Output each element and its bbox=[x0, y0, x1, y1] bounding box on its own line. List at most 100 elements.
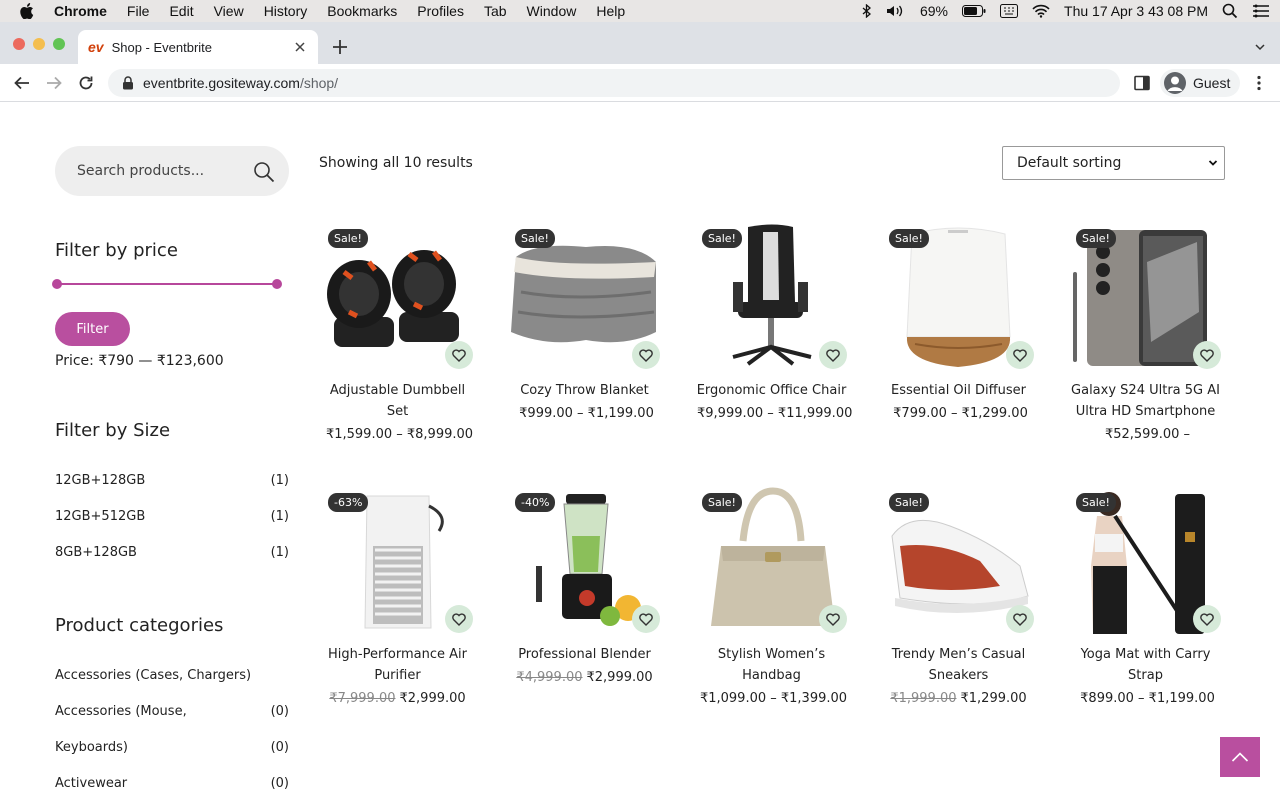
menu-edit[interactable]: Edit bbox=[169, 3, 193, 19]
size-filter-item[interactable]: 8GB+128GB (1) bbox=[55, 545, 289, 560]
product-image[interactable]: -63% bbox=[319, 486, 476, 635]
browser-tab-active[interactable]: ev Shop - Eventbrite bbox=[78, 30, 318, 64]
price-slider-max-handle[interactable] bbox=[272, 279, 282, 289]
wishlist-button[interactable] bbox=[1006, 605, 1034, 633]
site-info-icon[interactable] bbox=[122, 76, 134, 90]
current-price: ₹1,099.00 – ₹1,399.00 bbox=[699, 691, 848, 706]
spotlight-search-icon[interactable] bbox=[1222, 3, 1238, 19]
category-count: (0) bbox=[270, 704, 289, 719]
new-tab-plus-icon[interactable] bbox=[330, 37, 350, 57]
category-item[interactable]: Accessories (Cases, Chargers) bbox=[55, 668, 289, 683]
wishlist-button[interactable] bbox=[632, 341, 660, 369]
side-panel-icon[interactable] bbox=[1134, 75, 1150, 91]
battery-icon[interactable] bbox=[962, 5, 986, 17]
menu-file[interactable]: File bbox=[127, 3, 150, 19]
reload-icon[interactable] bbox=[77, 74, 95, 92]
product-name[interactable]: Galaxy S24 Ultra 5G AI Ultra HD Smartpho… bbox=[1067, 380, 1224, 422]
discount-badge: -40% bbox=[515, 493, 556, 512]
menu-profiles[interactable]: Profiles bbox=[417, 3, 464, 19]
wishlist-button[interactable] bbox=[819, 341, 847, 369]
window-close-button[interactable] bbox=[13, 38, 25, 50]
product-card[interactable]: Sale! Stylish Women’s Handbag ₹1,099.00 … bbox=[693, 486, 850, 706]
volume-icon[interactable] bbox=[886, 4, 906, 18]
sorting-select[interactable]: Default sorting bbox=[1002, 146, 1225, 180]
product-card[interactable]: -63% High-Performance Air Purifier ₹7,99… bbox=[319, 486, 476, 706]
wishlist-button[interactable] bbox=[1006, 341, 1034, 369]
clock[interactable]: Thu 17 Apr 3 43 08 PM bbox=[1064, 3, 1208, 19]
guest-avatar-icon bbox=[1164, 72, 1186, 94]
price-slider-track[interactable] bbox=[57, 283, 277, 285]
product-card[interactable]: Sale! Trendy Men’s Casual Sneakers ₹1,99… bbox=[880, 486, 1037, 706]
tab-search-chevron-icon[interactable] bbox=[1254, 41, 1266, 53]
forward-arrow-icon[interactable] bbox=[45, 74, 63, 92]
profile-button[interactable]: Guest bbox=[1160, 69, 1241, 97]
wishlist-button[interactable] bbox=[632, 605, 660, 633]
product-image[interactable]: Sale! bbox=[319, 222, 476, 371]
apple-icon[interactable] bbox=[20, 3, 34, 19]
bluetooth-icon[interactable] bbox=[862, 4, 872, 18]
wishlist-button[interactable] bbox=[1193, 341, 1221, 369]
chevron-down-icon bbox=[1208, 160, 1218, 166]
address-bar[interactable]: eventbrite.gositeway.com/shop/ bbox=[108, 69, 1120, 97]
menu-view[interactable]: View bbox=[214, 3, 244, 19]
chrome-menu-icon[interactable] bbox=[1252, 75, 1266, 91]
keyboard-input-icon[interactable] bbox=[1000, 4, 1019, 18]
shop-page: Filter by price Filter Price: ₹790 — ₹12… bbox=[0, 103, 1280, 800]
category-label: Keyboards) bbox=[55, 740, 128, 755]
price-slider-min-handle[interactable] bbox=[52, 279, 62, 289]
menu-tab[interactable]: Tab bbox=[484, 3, 507, 19]
menu-help[interactable]: Help bbox=[596, 3, 625, 19]
filter-button[interactable]: Filter bbox=[55, 312, 130, 346]
product-image[interactable]: Sale! bbox=[693, 486, 850, 635]
eventbrite-favicon: ev bbox=[88, 39, 104, 55]
product-image[interactable]: Sale! bbox=[880, 222, 1037, 371]
product-name[interactable]: Ergonomic Office Chair bbox=[693, 380, 850, 401]
wishlist-button[interactable] bbox=[445, 605, 473, 633]
product-image[interactable]: Sale! bbox=[1067, 222, 1224, 371]
scroll-to-top-button[interactable] bbox=[1220, 737, 1260, 777]
product-name[interactable]: Adjustable Dumbbell Set bbox=[319, 380, 476, 422]
menu-app-name[interactable]: Chrome bbox=[54, 3, 107, 19]
product-name[interactable]: Trendy Men’s Casual Sneakers bbox=[880, 644, 1037, 686]
size-count: (1) bbox=[270, 473, 289, 488]
product-name[interactable]: High-Performance Air Purifier bbox=[319, 644, 476, 686]
menu-bookmarks[interactable]: Bookmarks bbox=[327, 3, 397, 19]
product-image[interactable]: Sale! bbox=[880, 486, 1037, 635]
product-card[interactable]: Sale! Cozy Throw Blanket ₹999.00 – ₹1,19… bbox=[506, 222, 663, 421]
menu-window[interactable]: Window bbox=[527, 3, 577, 19]
window-minimize-button[interactable] bbox=[33, 38, 45, 50]
product-name[interactable]: Cozy Throw Blanket bbox=[506, 380, 663, 401]
product-price: ₹52,599.00 – bbox=[1067, 427, 1224, 442]
category-item[interactable]: Accessories (Mouse, (0) bbox=[55, 704, 289, 719]
product-image[interactable]: Sale! bbox=[693, 222, 850, 371]
menu-history[interactable]: History bbox=[264, 3, 308, 19]
product-card[interactable]: Sale! Galaxy S24 Ultra 5G AI Ultra HD Sm… bbox=[1067, 222, 1224, 442]
wishlist-button[interactable] bbox=[819, 605, 847, 633]
product-name[interactable]: Essential Oil Diffuser bbox=[880, 380, 1037, 401]
product-card[interactable]: -40% Professional Blender ₹4,999.00 ₹2,99… bbox=[506, 486, 663, 685]
wishlist-button[interactable] bbox=[445, 341, 473, 369]
wifi-icon[interactable] bbox=[1032, 4, 1050, 18]
wishlist-button[interactable] bbox=[1193, 605, 1221, 633]
product-name[interactable]: Yoga Mat with Carry Strap bbox=[1067, 644, 1224, 686]
window-zoom-button[interactable] bbox=[53, 38, 65, 50]
product-card[interactable]: Sale! Adjustable Dumbbell Set ₹1,599.00 … bbox=[319, 222, 476, 442]
product-image[interactable]: Sale! bbox=[506, 222, 663, 371]
product-card[interactable]: Sale! Essential Oil Diffuser ₹799.00 – ₹… bbox=[880, 222, 1037, 421]
tab-close-icon[interactable] bbox=[292, 39, 308, 55]
control-center-icon[interactable] bbox=[1252, 4, 1270, 18]
product-name[interactable]: Professional Blender bbox=[506, 644, 663, 665]
product-search-input[interactable] bbox=[77, 163, 237, 179]
category-item[interactable]: Activewear (0) bbox=[55, 776, 289, 791]
current-price: ₹2,999.00 bbox=[586, 670, 653, 685]
search-icon[interactable] bbox=[253, 161, 275, 183]
back-arrow-icon[interactable] bbox=[13, 74, 31, 92]
category-item[interactable]: Keyboards) (0) bbox=[55, 740, 289, 755]
size-filter-item[interactable]: 12GB+512GB (1) bbox=[55, 509, 289, 524]
product-image[interactable]: Sale! bbox=[1067, 486, 1224, 635]
product-image[interactable]: -40% bbox=[506, 486, 663, 635]
product-name[interactable]: Stylish Women’s Handbag bbox=[693, 644, 850, 686]
product-card[interactable]: Sale! Yoga Mat with Carry Strap ₹899.00 … bbox=[1067, 486, 1224, 706]
product-card[interactable]: Sale! Ergonomic Office Chair ₹9,999.00 –… bbox=[693, 222, 852, 421]
size-filter-item[interactable]: 12GB+128GB (1) bbox=[55, 473, 289, 488]
